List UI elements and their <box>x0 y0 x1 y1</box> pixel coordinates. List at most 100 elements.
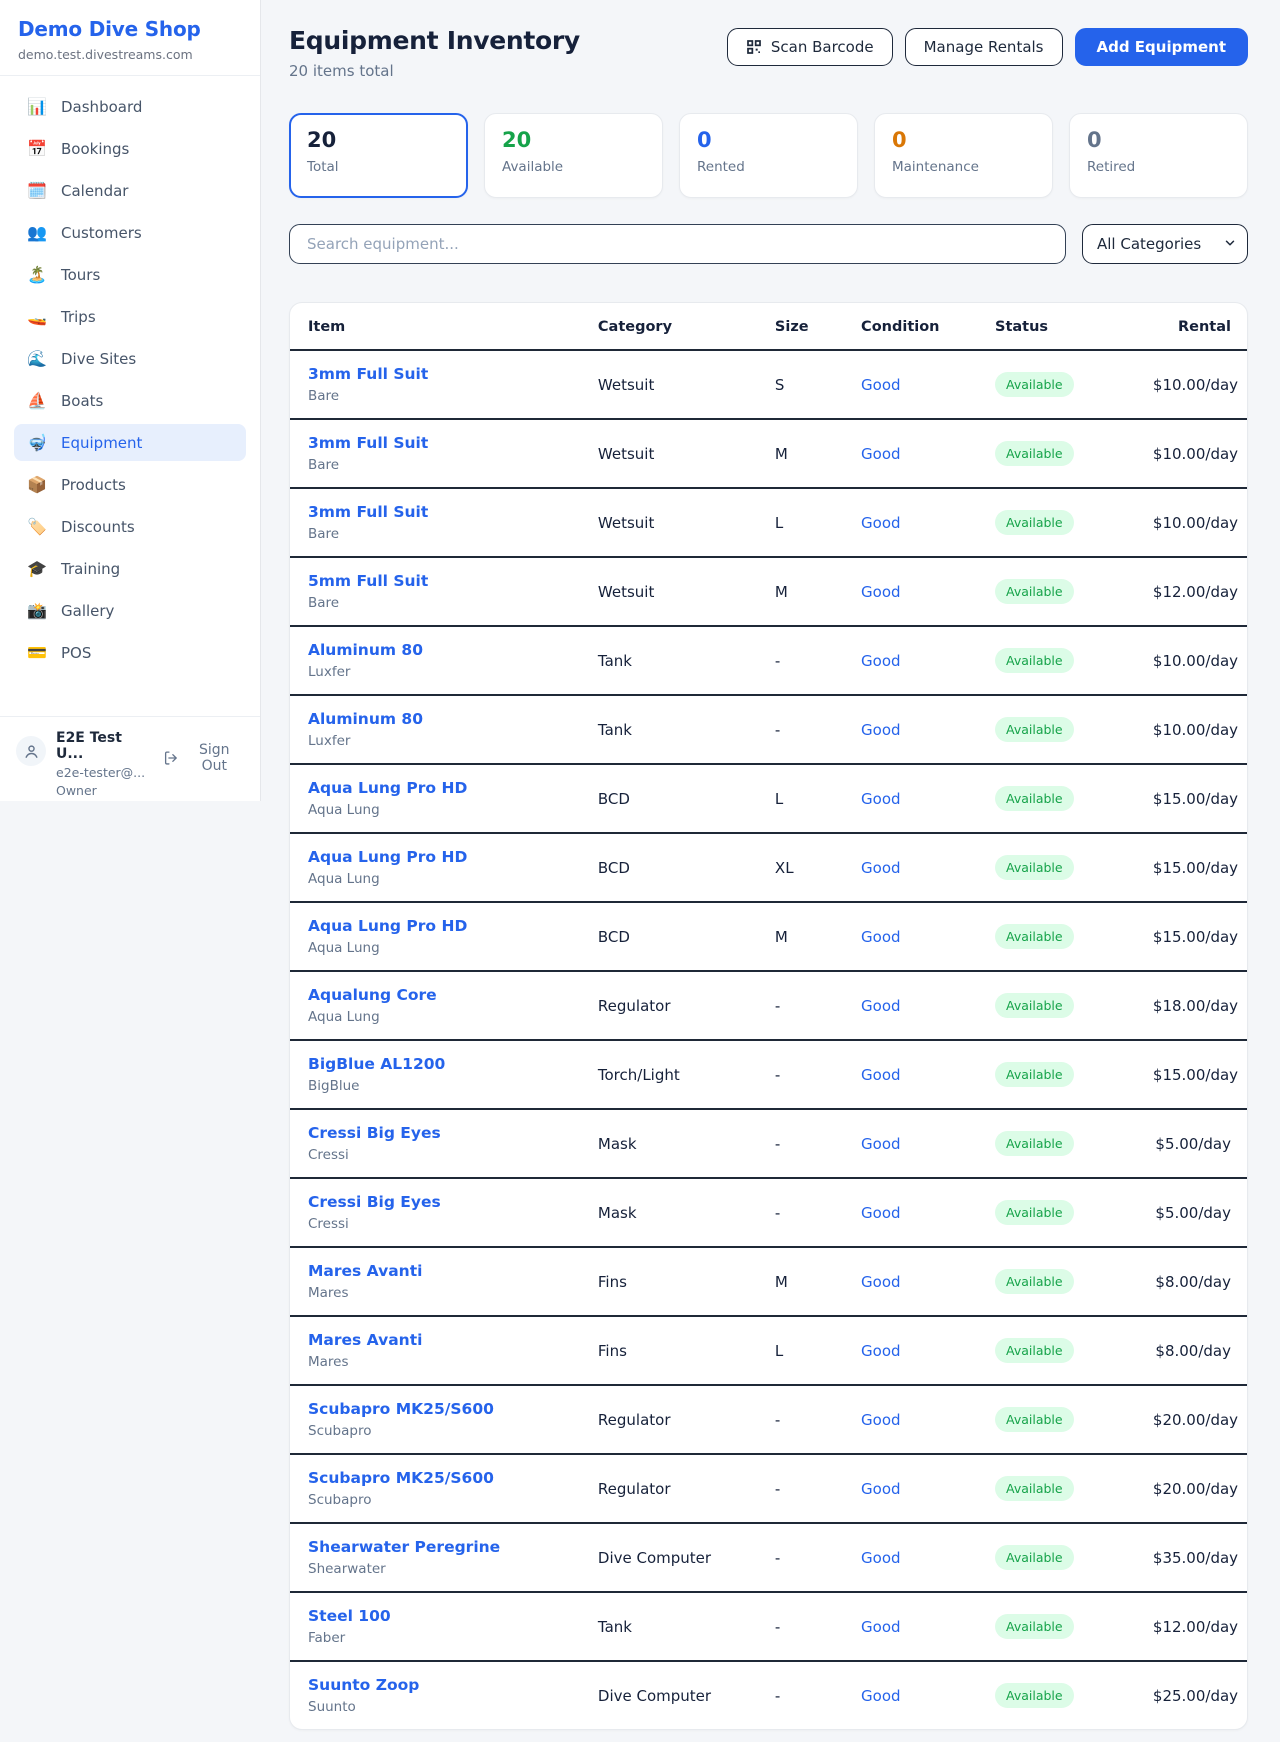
item-name-link[interactable]: Steel 100 <box>308 1607 566 1625</box>
stat-card-maintenance[interactable]: 0Maintenance <box>874 113 1053 198</box>
status-badge: Available <box>995 1683 1074 1708</box>
sidebar-item-equipment[interactable]: 🤿Equipment <box>14 424 246 461</box>
status-cell: Available <box>979 764 1137 833</box>
category-cell: BCD <box>582 902 759 971</box>
condition-cell: Good <box>845 419 979 488</box>
item-name-link[interactable]: Aqua Lung Pro HD <box>308 779 566 797</box>
stat-card-available[interactable]: 20Available <box>484 113 663 198</box>
stat-card-total[interactable]: 20Total <box>289 113 468 198</box>
main-content: Equipment Inventory 20 items total Scan … <box>261 0 1280 1730</box>
item-name-link[interactable]: Aqua Lung Pro HD <box>308 917 566 935</box>
sidebar-item-trips[interactable]: 🚤Trips <box>14 298 246 335</box>
status-badge: Available <box>995 717 1074 742</box>
sidebar-item-bookings[interactable]: 📅Bookings <box>14 130 246 167</box>
item-name-link[interactable]: Scubapro MK25/S600 <box>308 1469 566 1487</box>
item-name-link[interactable]: Suunto Zoop <box>308 1676 566 1694</box>
shop-name[interactable]: Demo Dive Shop <box>18 17 242 41</box>
page-header-text: Equipment Inventory 20 items total <box>289 26 580 80</box>
sidebar-item-gallery[interactable]: 📸Gallery <box>14 592 246 629</box>
sidebar-nav: 📊Dashboard 📅Bookings 🗓️Calendar 👥Customers 🏝… <box>0 76 260 671</box>
size-cell: - <box>759 1592 845 1661</box>
category-cell: Wetsuit <box>582 488 759 557</box>
item-name-link[interactable]: Scubapro MK25/S600 <box>308 1400 566 1418</box>
item-name-link[interactable]: Aqualung Core <box>308 986 566 1004</box>
category-cell: BCD <box>582 833 759 902</box>
item-name-link[interactable]: BigBlue AL1200 <box>308 1055 566 1073</box>
item-cell: Mares AvantiMares <box>290 1247 582 1316</box>
item-cell: Aluminum 80Luxfer <box>290 695 582 764</box>
sidebar-item-label: Boats <box>61 392 103 410</box>
status-badge: Available <box>995 1131 1074 1156</box>
item-cell: Suunto ZoopSuunto <box>290 1661 582 1729</box>
rental-cell: $8.00/day <box>1137 1316 1247 1385</box>
manage-rentals-button[interactable]: Manage Rentals <box>905 28 1063 66</box>
status-badge: Available <box>995 1614 1074 1639</box>
header-actions: Scan Barcode Manage Rentals Add Equipmen… <box>727 28 1248 66</box>
scan-barcode-button[interactable]: Scan Barcode <box>727 28 893 66</box>
sidebar-item-calendar[interactable]: 🗓️Calendar <box>14 172 246 209</box>
status-cell: Available <box>979 1109 1137 1178</box>
sidebar-item-products[interactable]: 📦Products <box>14 466 246 503</box>
item-name-link[interactable]: Aqua Lung Pro HD <box>308 848 566 866</box>
stat-card-retired[interactable]: 0Retired <box>1069 113 1248 198</box>
rental-cell: $25.00/day <box>1137 1661 1247 1729</box>
status-cell: Available <box>979 902 1137 971</box>
search-input[interactable] <box>289 224 1066 264</box>
item-name-link[interactable]: 3mm Full Suit <box>308 365 566 383</box>
item-name-link[interactable]: Cressi Big Eyes <box>308 1193 566 1211</box>
item-name-link[interactable]: Aluminum 80 <box>308 641 566 659</box>
condition-cell: Good <box>845 1454 979 1523</box>
sidebar-item-label: Discounts <box>61 518 135 536</box>
condition-cell: Good <box>845 1592 979 1661</box>
item-cell: 3mm Full Suit Bare <box>290 419 582 488</box>
page-title: Equipment Inventory <box>289 26 580 55</box>
item-name-link[interactable]: Aluminum 80 <box>308 710 566 728</box>
condition-value: Good <box>861 445 901 463</box>
sidebar-item-pos[interactable]: 💳POS <box>14 634 246 671</box>
sidebar-item-dive-sites[interactable]: 🌊Dive Sites <box>14 340 246 377</box>
item-name-link[interactable]: Mares Avanti <box>308 1331 566 1349</box>
condition-cell: Good <box>845 626 979 695</box>
item-brand: Bare <box>308 457 566 473</box>
rental-cell: $10.00/day <box>1137 626 1247 695</box>
sidebar-item-label: Bookings <box>61 140 129 158</box>
item-name-link[interactable]: 3mm Full Suit <box>308 434 566 452</box>
item-name-link[interactable]: Cressi Big Eyes <box>308 1124 566 1142</box>
condition-value: Good <box>861 1273 901 1291</box>
condition-value: Good <box>861 1066 901 1084</box>
pos-icon: 💳 <box>26 643 48 662</box>
condition-value: Good <box>861 514 901 532</box>
sidebar-item-discounts[interactable]: 🏷️Discounts <box>14 508 246 545</box>
rental-cell: $20.00/day <box>1137 1385 1247 1454</box>
sidebar-item-training[interactable]: 🎓Training <box>14 550 246 587</box>
rental-cell: $15.00/day <box>1137 764 1247 833</box>
item-name-link[interactable]: 5mm Full Suit <box>308 572 566 590</box>
sidebar-item-label: Dashboard <box>61 98 142 116</box>
sidebar-item-boats[interactable]: ⛵Boats <box>14 382 246 419</box>
status-cell: Available <box>979 1661 1137 1729</box>
stat-card-rented[interactable]: 0Rented <box>679 113 858 198</box>
rental-cell: $10.00/day <box>1137 488 1247 557</box>
status-badge: Available <box>995 510 1074 535</box>
status-badge: Available <box>995 1269 1074 1294</box>
sidebar-item-label: Tours <box>61 266 100 284</box>
category-select-wrap: All Categories <box>1082 224 1248 264</box>
condition-value: Good <box>861 997 901 1015</box>
add-equipment-button[interactable]: Add Equipment <box>1075 28 1249 66</box>
category-cell: Regulator <box>582 1385 759 1454</box>
page-header: Equipment Inventory 20 items total Scan … <box>289 26 1248 80</box>
user-info: E2E Test U... e2e-tester@... Owner <box>56 730 153 798</box>
sidebar-item-tours[interactable]: 🏝️Tours <box>14 256 246 293</box>
sidebar-item-customers[interactable]: 👥Customers <box>14 214 246 251</box>
item-cell: Cressi Big EyesCressi <box>290 1109 582 1178</box>
condition-value: Good <box>861 652 901 670</box>
item-name-link[interactable]: 3mm Full Suit <box>308 503 566 521</box>
sign-out-label: Sign Out <box>185 742 244 774</box>
sidebar-item-dashboard[interactable]: 📊Dashboard <box>14 88 246 125</box>
sign-out-button[interactable]: Sign Out <box>163 742 244 774</box>
sidebar-item-label: Equipment <box>61 434 142 452</box>
item-name-link[interactable]: Mares Avanti <box>308 1262 566 1280</box>
item-name-link[interactable]: Shearwater Peregrine <box>308 1538 566 1556</box>
rental-cell: $18.00/day <box>1137 971 1247 1040</box>
category-select[interactable]: All Categories <box>1082 224 1248 264</box>
